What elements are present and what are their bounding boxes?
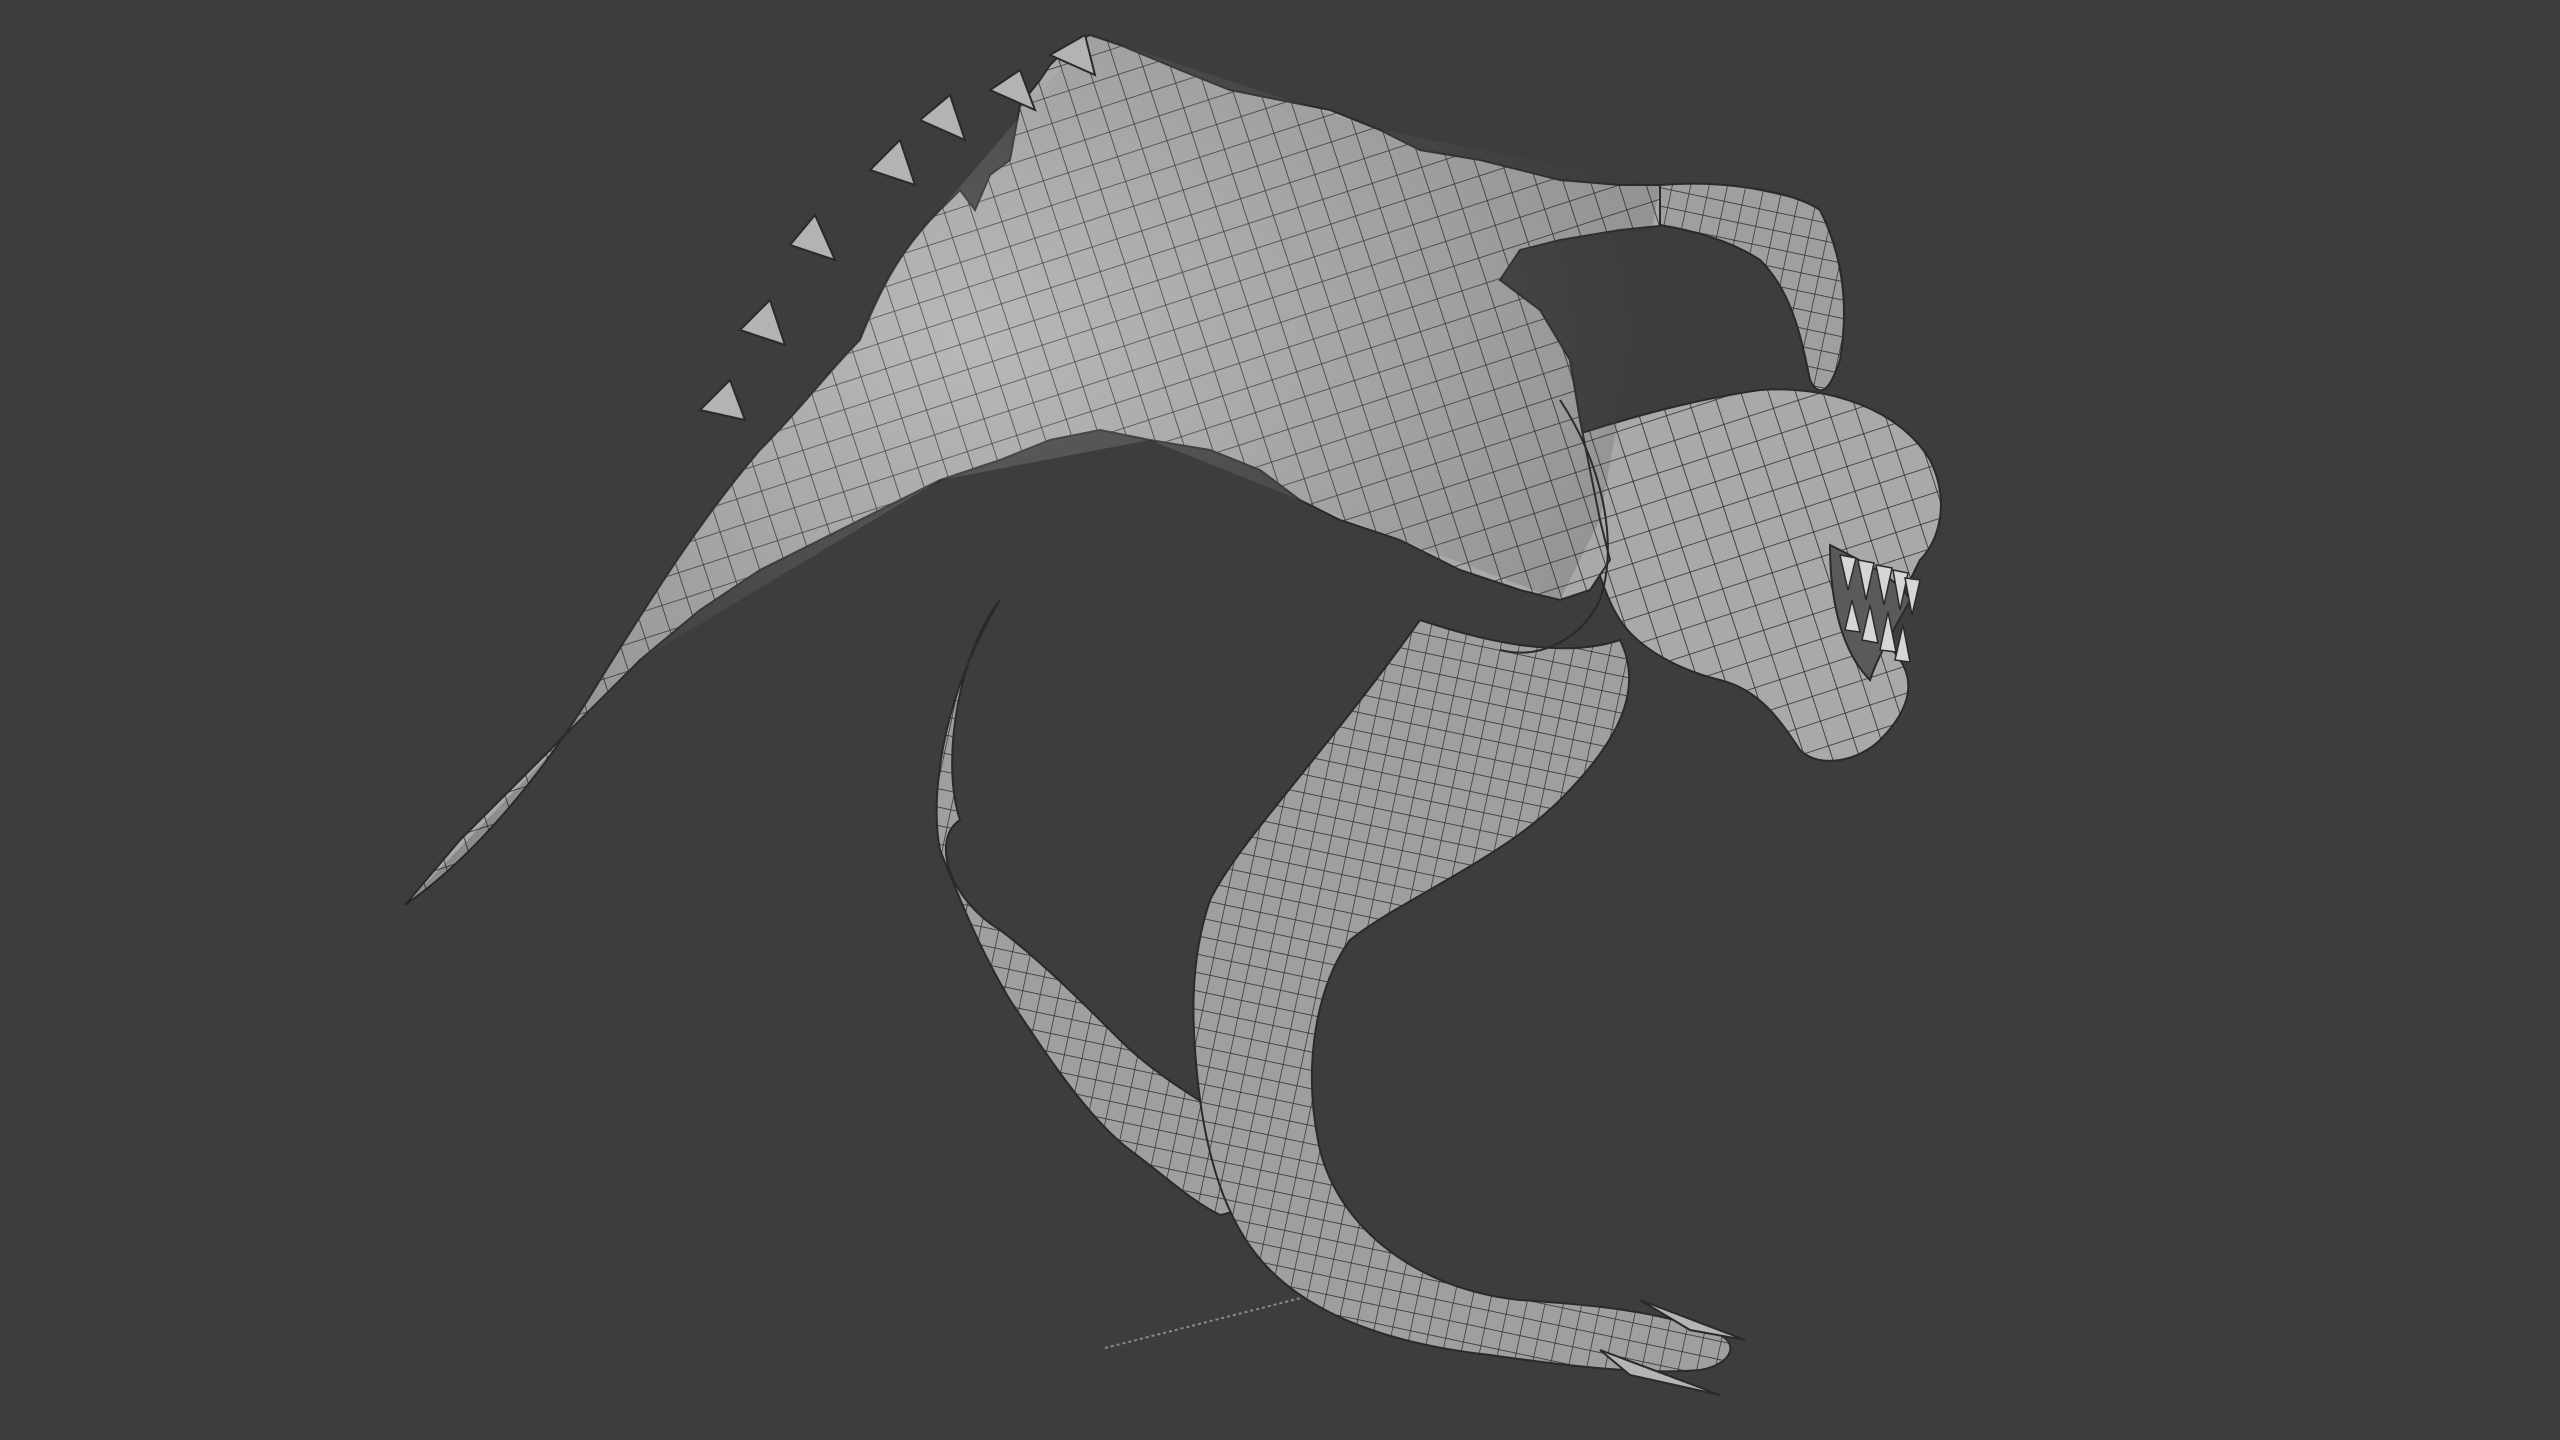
creature-mesh-model[interactable] bbox=[0, 0, 2560, 1440]
front-leg-right bbox=[1192, 618, 1746, 1396]
3d-viewport[interactable] bbox=[0, 0, 2560, 1440]
